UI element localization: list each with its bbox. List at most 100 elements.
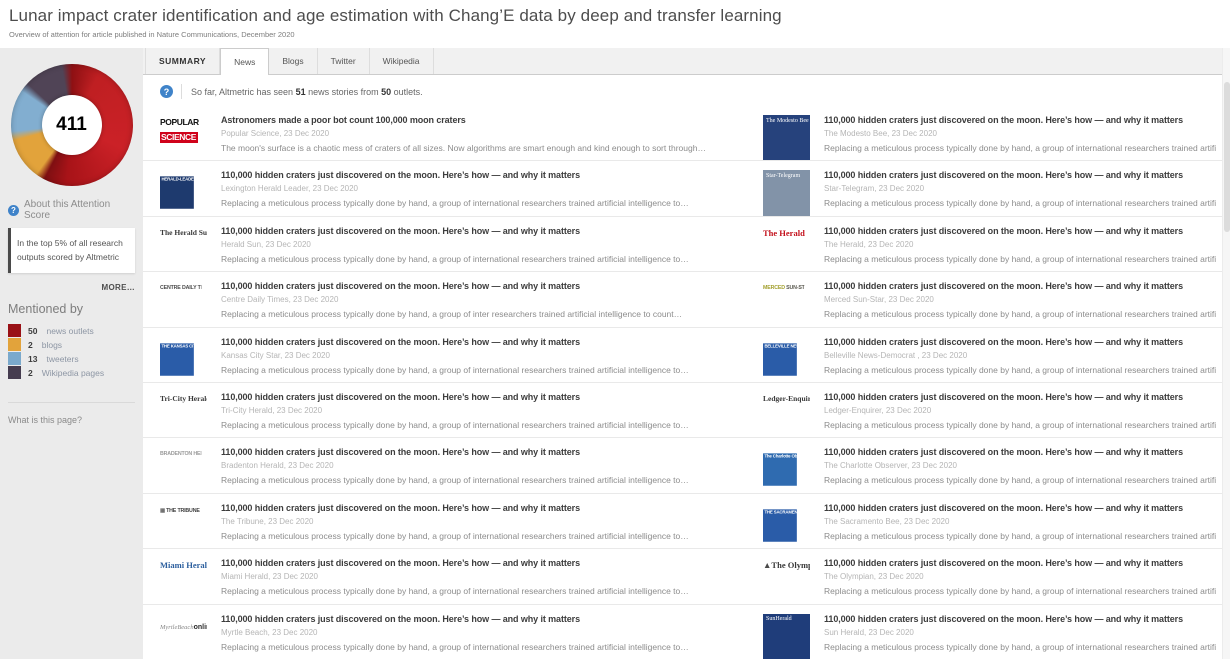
story-title[interactable]: 110,000 hidden craters just discovered o… xyxy=(824,503,1216,513)
news-item[interactable]: BRADENTON HERALD 110,000 hidden craters … xyxy=(143,447,763,492)
news-item[interactable]: Miami Herald 110,000 hidden craters just… xyxy=(143,558,763,603)
story-title[interactable]: 110,000 hidden craters just discovered o… xyxy=(221,447,749,457)
story-source: Myrtle Beach, 23 Dec 2020 xyxy=(221,628,749,637)
story-title[interactable]: 110,000 hidden craters just discovered o… xyxy=(824,226,1216,236)
tab-news[interactable]: News xyxy=(220,48,269,75)
outlet-logo[interactable]: The Charlotte Observer xyxy=(763,454,797,487)
outlet-logo[interactable]: ▲The Olympian xyxy=(763,558,810,603)
outlet-logo[interactable]: Star-Telegram xyxy=(763,170,810,215)
news-row: ▦ THE TRIBUNE 110,000 hidden craters jus… xyxy=(143,494,1230,549)
news-item[interactable]: THE KANSAS CITY STAR 110,000 hidden crat… xyxy=(143,337,763,382)
news-item[interactable]: Tri-City Herald 110,000 hidden craters j… xyxy=(143,392,763,437)
story-source: Miami Herald, 23 Dec 2020 xyxy=(221,572,749,581)
story-title[interactable]: 110,000 hidden craters just discovered o… xyxy=(221,392,749,402)
outlet-logo[interactable]: Miami Herald xyxy=(160,558,207,603)
legend-item-tweeters[interactable]: 13 tweeters xyxy=(8,352,135,366)
story-title[interactable]: 110,000 hidden craters just discovered o… xyxy=(824,392,1216,402)
story-source: Sun Herald, 23 Dec 2020 xyxy=(824,628,1216,637)
outlet-logo[interactable]: The Modesto Bee xyxy=(763,115,810,160)
outlet-logo[interactable]: Tri-City Herald xyxy=(160,392,207,437)
story-title[interactable]: 110,000 hidden craters just discovered o… xyxy=(824,170,1216,180)
outlet-logo[interactable]: The Herald xyxy=(763,226,810,271)
story-title[interactable]: 110,000 hidden craters just discovered o… xyxy=(221,170,749,180)
story-title[interactable]: 110,000 hidden craters just discovered o… xyxy=(824,558,1216,568)
news-item[interactable]: Ledger-Enquirer 110,000 hidden craters j… xyxy=(763,392,1230,437)
help-icon: ? xyxy=(8,205,19,216)
story-excerpt: The moon's surface is a chaotic mess of … xyxy=(221,143,749,153)
outlet-logo[interactable]: MyrtleBeachonline xyxy=(160,614,207,659)
news-item[interactable]: SunHerald 110,000 hidden craters just di… xyxy=(763,614,1230,659)
story-source: The Modesto Bee, 23 Dec 2020 xyxy=(824,129,1216,138)
news-item[interactable]: CENTRE DAILY TIMES 110,000 hidden crater… xyxy=(143,281,763,326)
tab-twitter[interactable]: Twitter xyxy=(318,48,370,74)
outlet-logo[interactable]: BELLEVILLE NEWS-DEMOCRAT xyxy=(763,343,797,376)
story-source: Star-Telegram, 23 Dec 2020 xyxy=(824,184,1216,193)
news-item[interactable]: The Modesto Bee 110,000 hidden craters j… xyxy=(763,115,1230,160)
outlets-count: 50 xyxy=(381,87,391,97)
what-is-this-page-link[interactable]: What is this page? xyxy=(8,415,135,425)
news-item[interactable]: HERALD-LEADER 110,000 hidden craters jus… xyxy=(143,170,763,215)
outlet-logo[interactable]: The Herald Sun xyxy=(160,226,207,271)
more-link[interactable]: MORE… xyxy=(8,283,135,292)
news-item[interactable]: ▦ THE TRIBUNE 110,000 hidden craters jus… xyxy=(143,503,763,548)
story-title[interactable]: 110,000 hidden craters just discovered o… xyxy=(824,115,1216,125)
news-item[interactable]: POPULARSCIENCE Astronomers made a poor b… xyxy=(143,115,763,160)
news-row: BRADENTON HERALD 110,000 hidden craters … xyxy=(143,438,1230,493)
outlet-logo[interactable]: SunHerald xyxy=(763,614,810,659)
story-title[interactable]: 110,000 hidden craters just discovered o… xyxy=(221,226,749,236)
scrollbar-thumb[interactable] xyxy=(1224,82,1230,232)
outlet-logo[interactable]: ▦ THE TRIBUNE xyxy=(160,505,201,545)
news-item[interactable]: THE SACRAMENTO BEE 110,000 hidden crater… xyxy=(763,503,1230,548)
story-source: Belleville News-Democrat , 23 Dec 2020 xyxy=(824,351,1216,360)
legend-item-wikipedia[interactable]: 2 Wikipedia pages xyxy=(8,366,135,380)
news-row: HERALD-LEADER 110,000 hidden craters jus… xyxy=(143,161,1230,216)
news-item[interactable]: The Herald Sun 110,000 hidden craters ju… xyxy=(143,226,763,271)
story-source: Ledger-Enquirer, 23 Dec 2020 xyxy=(824,406,1216,415)
outlet-logo[interactable]: CENTRE DAILY TIMES xyxy=(160,284,201,324)
page-header: Lunar impact crater identification and a… xyxy=(0,0,1230,48)
outlet-logo[interactable]: MERCED SUN-STAR xyxy=(763,284,804,324)
news-item[interactable]: Star-Telegram 110,000 hidden craters jus… xyxy=(763,170,1230,215)
about-attention-score-link[interactable]: ? About this Attention Score xyxy=(8,199,135,221)
outlet-logo[interactable]: Ledger-Enquirer xyxy=(763,392,810,437)
story-title[interactable]: 110,000 hidden craters just discovered o… xyxy=(221,614,749,624)
story-title[interactable]: 110,000 hidden craters just discovered o… xyxy=(824,447,1216,457)
story-title[interactable]: Astronomers made a poor bot count 100,00… xyxy=(221,115,749,125)
news-row: Tri-City Herald 110,000 hidden craters j… xyxy=(143,383,1230,438)
outlet-logo[interactable]: BRADENTON HERALD xyxy=(160,450,201,490)
story-excerpt: Replacing a meticulous process typically… xyxy=(221,586,749,596)
story-excerpt: Replacing a meticulous process typically… xyxy=(824,143,1216,153)
news-item[interactable]: BELLEVILLE NEWS-DEMOCRAT 110,000 hidden … xyxy=(763,337,1230,382)
news-item[interactable]: MyrtleBeachonline 110,000 hidden craters… xyxy=(143,614,763,659)
tab-wikipedia[interactable]: Wikipedia xyxy=(370,48,434,74)
story-title[interactable]: 110,000 hidden craters just discovered o… xyxy=(824,337,1216,347)
news-item[interactable]: The Charlotte Observer 110,000 hidden cr… xyxy=(763,447,1230,492)
story-title[interactable]: 110,000 hidden craters just discovered o… xyxy=(221,281,749,291)
outlet-logo[interactable]: POPULARSCIENCE xyxy=(160,115,207,160)
story-excerpt: Replacing a meticulous process typically… xyxy=(824,531,1216,541)
outlet-logo[interactable]: HERALD-LEADER xyxy=(160,177,194,210)
legend-item-blogs[interactable]: 2 blogs xyxy=(8,338,135,352)
page-title: Lunar impact crater identification and a… xyxy=(9,6,1230,26)
story-title[interactable]: 110,000 hidden craters just discovered o… xyxy=(221,503,749,513)
scrollbar[interactable] xyxy=(1222,48,1230,659)
legend-count: 50 xyxy=(28,326,37,336)
story-title[interactable]: 110,000 hidden craters just discovered o… xyxy=(221,558,749,568)
story-excerpt: Replacing a meticulous process typically… xyxy=(824,420,1216,430)
story-source: Lexington Herald Leader, 23 Dec 2020 xyxy=(221,184,749,193)
stories-count: 51 xyxy=(296,87,306,97)
story-title[interactable]: 110,000 hidden craters just discovered o… xyxy=(221,337,749,347)
story-title[interactable]: 110,000 hidden craters just discovered o… xyxy=(824,614,1216,624)
story-excerpt: Replacing a meticulous process typically… xyxy=(221,531,749,541)
news-item[interactable]: MERCED SUN-STAR 110,000 hidden craters j… xyxy=(763,281,1230,326)
story-excerpt: Replacing a meticulous process typically… xyxy=(824,475,1216,485)
story-title[interactable]: 110,000 hidden craters just discovered o… xyxy=(824,281,1216,291)
news-item[interactable]: The Herald 110,000 hidden craters just d… xyxy=(763,226,1230,271)
news-item[interactable]: ▲The Olympian 110,000 hidden craters jus… xyxy=(763,558,1230,603)
tab-blogs[interactable]: Blogs xyxy=(269,48,317,74)
outlet-logo[interactable]: THE KANSAS CITY STAR xyxy=(160,343,194,376)
legend-count: 2 xyxy=(28,340,33,350)
legend-item-news[interactable]: 50 news outlets xyxy=(8,324,135,338)
outlet-logo[interactable]: THE SACRAMENTO BEE xyxy=(763,509,797,542)
tab-summary[interactable]: SUMMARY xyxy=(145,48,220,74)
